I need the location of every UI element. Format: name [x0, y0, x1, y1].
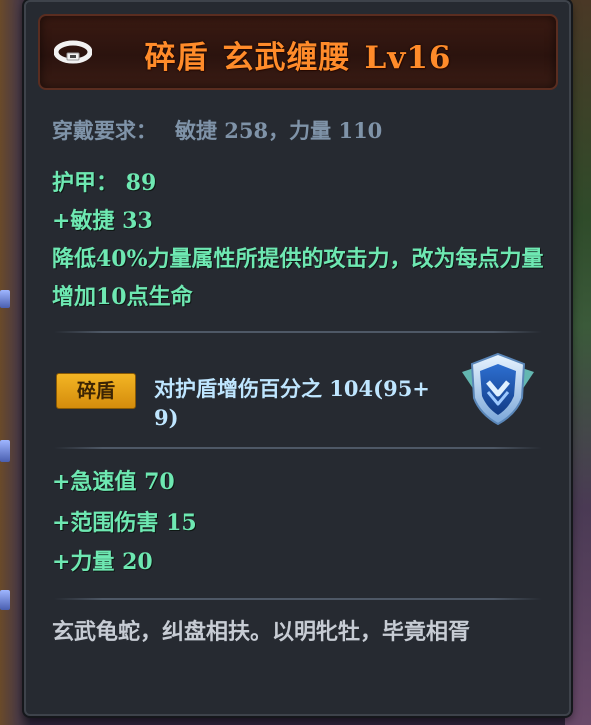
- item-title: 碎盾 玄武缠腰 Lv16: [40, 32, 556, 77]
- item-tooltip: 碎盾 玄武缠腰 Lv16 穿戴要求： 敏捷 258，力量 110 护甲： 89 +敏捷…: [24, 0, 571, 716]
- flavor-text: 玄武龟蛇，纠盘相扶。以明牝牡，毕竟相胥: [52, 619, 471, 645]
- bonus-stat-haste: +急速值 70: [52, 469, 175, 495]
- stat-armor: 护甲： 89: [52, 170, 157, 196]
- wear-requirements: 穿戴要求： 敏捷 258，力量 110: [52, 115, 382, 145]
- requirements-label: 穿戴要求：: [52, 118, 157, 143]
- special-tag: 碎盾: [56, 373, 136, 409]
- bonus-stat-area-damage: +范围伤害 15: [52, 510, 197, 536]
- divider: [54, 447, 542, 449]
- stat-agility: +敏捷 33: [52, 208, 153, 234]
- item-title-level: Lv16: [364, 40, 452, 76]
- divider: [54, 331, 542, 333]
- item-title-slot: 玄武缠腰: [222, 40, 351, 76]
- shield-emblem-icon: [462, 352, 534, 426]
- special-effect: 对护盾增伤百分之 104(95+9): [154, 376, 430, 430]
- stat-description: 降低40%力量属性所提供的攻击力，改为每点力量增加10点生命: [52, 246, 544, 310]
- bonus-stat-strength: +力量 20: [52, 549, 153, 575]
- requirements-value: 敏捷 258，力量 110: [175, 118, 383, 143]
- tooltip-header: 碎盾 玄武缠腰 Lv16: [38, 14, 558, 90]
- divider: [54, 598, 542, 600]
- item-title-name: 碎盾: [144, 40, 209, 76]
